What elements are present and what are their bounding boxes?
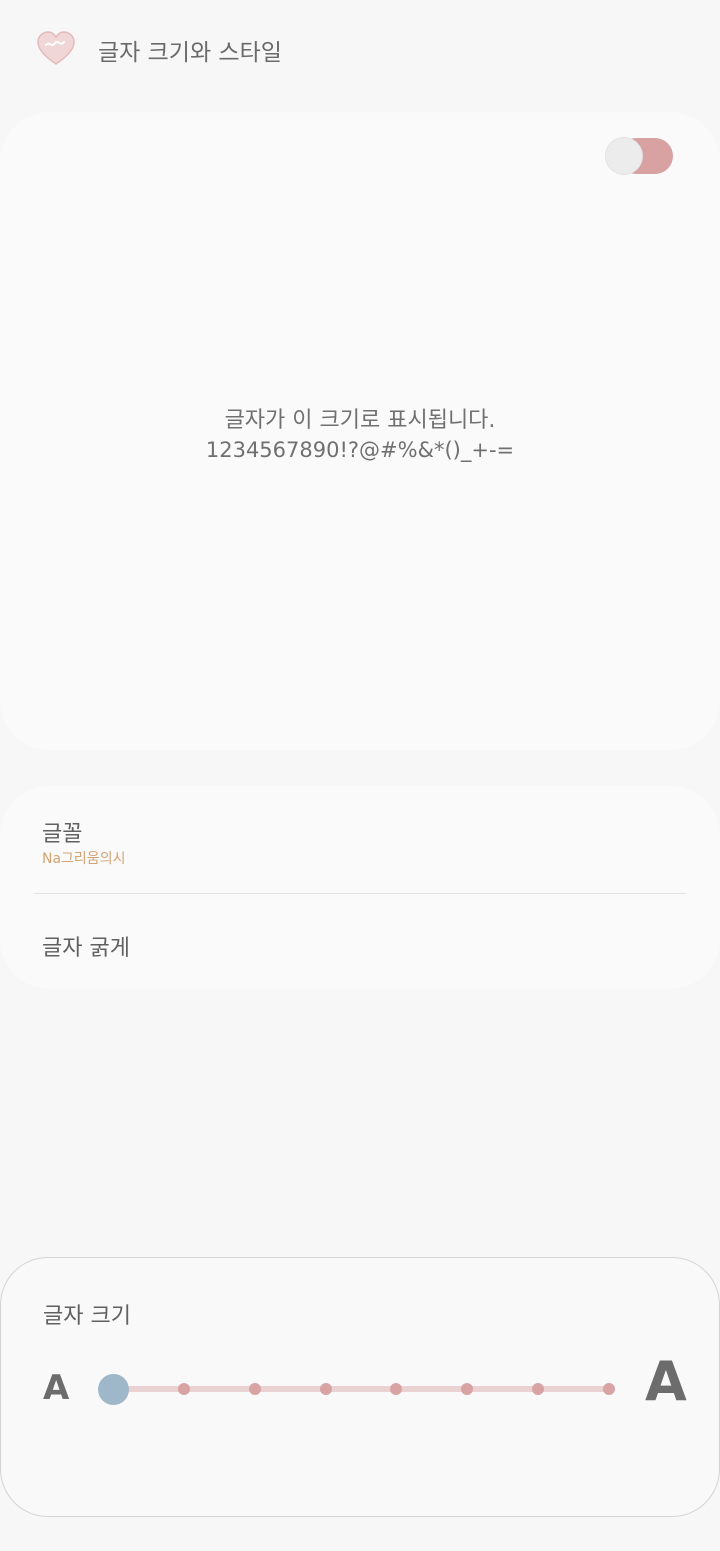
slider-step-dot[interactable] [532, 1383, 545, 1395]
large-font-size-icon: A [645, 1350, 687, 1413]
bold-font-toggle[interactable] [606, 138, 673, 176]
preview-text-line1: 글자가 이 크기로 표시됩니다. [224, 408, 496, 433]
slider-step-dot[interactable] [319, 1383, 332, 1395]
style-settings-card: 글꼴 Na그리움의시 글자 굵게 [0, 786, 720, 989]
toggle-thumb [606, 138, 642, 174]
slider-step-dot[interactable] [390, 1383, 403, 1395]
slider-step-dot[interactable] [461, 1383, 474, 1395]
small-font-size-icon: A [43, 1368, 70, 1408]
font-preview-card: 글자가 이 크기로 표시됩니다. 1234567890!?@#%&*()_+-= [0, 112, 720, 750]
slider-step-dot[interactable] [603, 1383, 615, 1395]
font-size-panel: 글자 크기 A A [0, 1257, 720, 1517]
bold-font-label: 글자 굵게 [42, 936, 130, 961]
slider-step-dot[interactable] [177, 1383, 190, 1395]
heart-icon [37, 31, 75, 65]
font-size-label: 글자 크기 [43, 1304, 131, 1329]
slider-step-dot[interactable] [248, 1383, 261, 1395]
preview-text-line2: 1234567890!?@#%&*()_+-= [205, 438, 515, 462]
slider-thumb[interactable] [98, 1374, 129, 1405]
page-title: 글자 크기와 스타일 [98, 40, 282, 66]
header: 글자 크기와 스타일 [0, 0, 720, 100]
font-size-slider[interactable] [97, 1373, 621, 1407]
font-style-value: Na그리움의시 [42, 851, 126, 867]
font-style-label: 글꼴 [42, 822, 83, 847]
font-style-item[interactable]: 글꼴 Na그리움의시 [0, 786, 720, 893]
bold-font-item[interactable]: 글자 굵게 [0, 894, 720, 989]
